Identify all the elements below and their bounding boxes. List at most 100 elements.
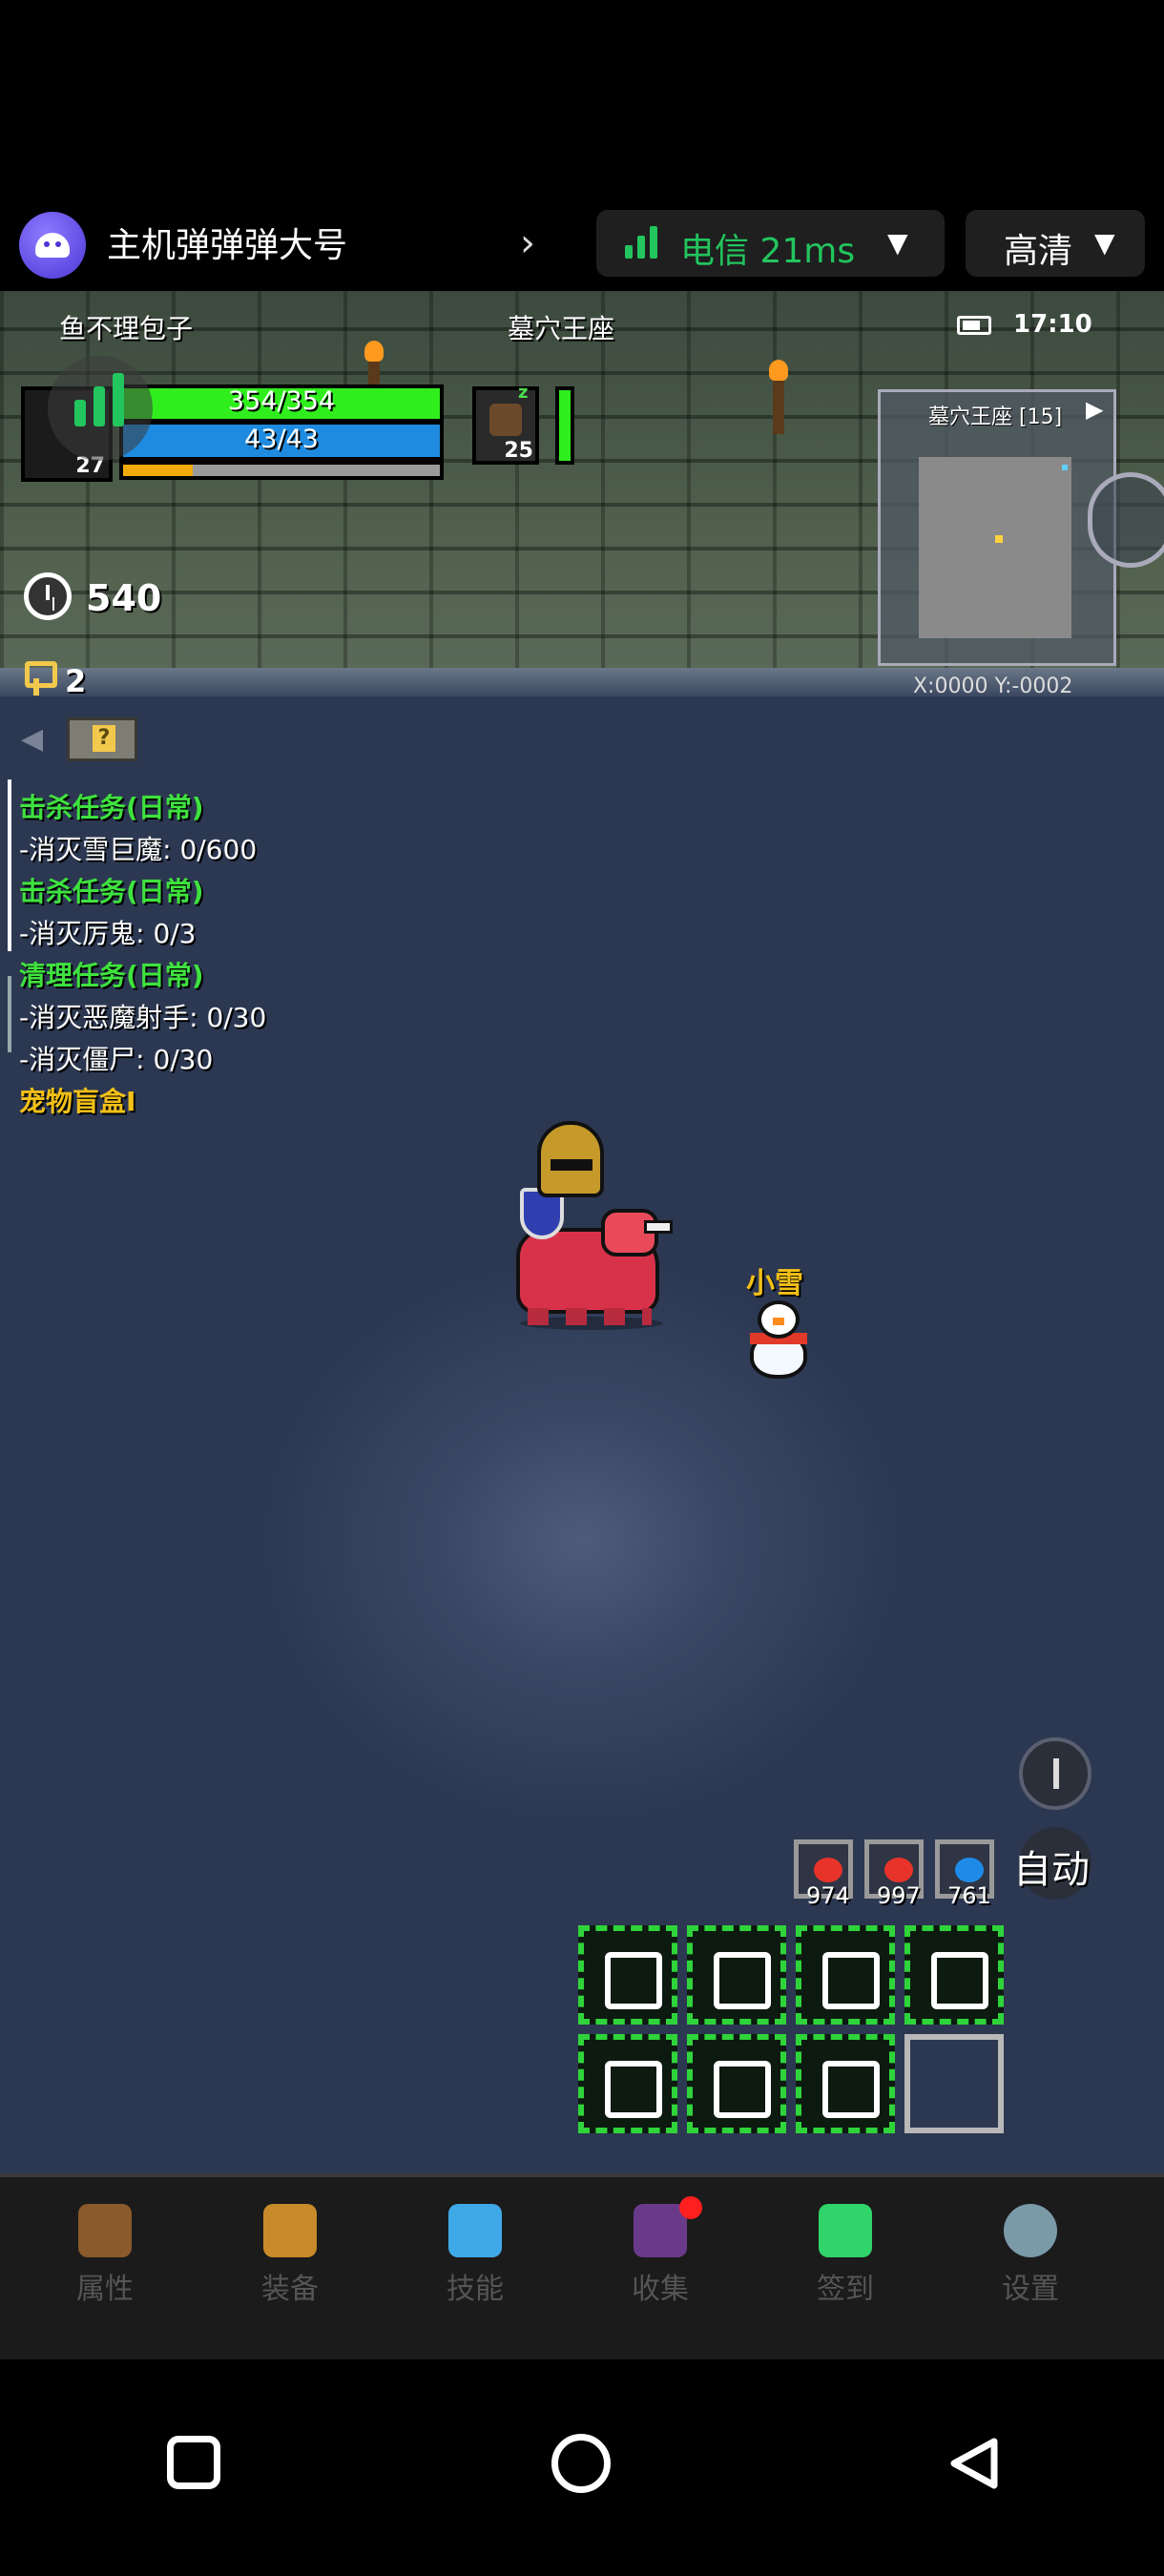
skill-slot[interactable] xyxy=(687,2034,786,2133)
skill-slot[interactable] xyxy=(578,2034,677,2133)
skill-slot[interactable] xyxy=(904,1925,1004,2025)
menu-item-label: 装备 xyxy=(261,2273,319,2306)
alarm-clock-icon xyxy=(24,572,72,620)
pet-level: 25 xyxy=(504,439,533,463)
pet-portrait[interactable]: 25 xyxy=(472,386,539,465)
quest-collapse-icon[interactable]: ◀ xyxy=(21,722,43,756)
potion-slot[interactable]: 974 xyxy=(794,1839,853,1909)
empty-skill-slot[interactable] xyxy=(904,2034,1004,2133)
minimap-label: 墓穴王座 [15] xyxy=(928,405,1063,429)
potion-icon xyxy=(955,1858,984,1882)
menu-item-0[interactable]: 属性 xyxy=(48,2204,162,2337)
minimap-player-marker xyxy=(995,535,1003,543)
android-nav-bar xyxy=(0,2359,1164,2576)
skill-slot[interactable] xyxy=(796,1925,895,2025)
menu-item-label: 技能 xyxy=(447,2273,504,2306)
question-icon: ? xyxy=(93,725,115,752)
quest-header[interactable]: 击杀任务(日常) xyxy=(19,787,266,829)
quality-label: 高清 xyxy=(1004,232,1073,271)
menu-item-5[interactable]: 设置 xyxy=(973,2204,1088,2337)
xp-bar-fill xyxy=(123,465,194,476)
player-character xyxy=(510,1121,673,1331)
quest-reward[interactable]: 宠物盲盒I xyxy=(19,1081,266,1123)
side-float-button[interactable] xyxy=(1088,472,1164,568)
quest-task[interactable]: -消灭僵尸: 0/30 xyxy=(19,1039,266,1081)
skill-slot[interactable] xyxy=(578,1925,677,2025)
menu-item-label: 设置 xyxy=(1002,2273,1059,2306)
quality-selector[interactable]: 高清 ▼ xyxy=(966,210,1145,277)
minimap-room xyxy=(919,457,1071,638)
menu-item-4[interactable]: 签到 xyxy=(788,2204,903,2337)
minimap-exit-marker xyxy=(1062,465,1068,470)
menu-item-1[interactable]: 装备 xyxy=(233,2204,347,2337)
home-button[interactable] xyxy=(551,2434,611,2493)
skill-slot[interactable] xyxy=(687,1925,786,2025)
snowman-pet xyxy=(744,1300,813,1386)
stream-app-title[interactable]: 主机弹弹弹大号 xyxy=(107,218,347,267)
mp-bar: 43/43 xyxy=(119,423,444,461)
mp-text: 43/43 xyxy=(244,425,319,454)
auto-button[interactable]: 自动 xyxy=(1013,1839,1090,1894)
pet-name: 小雪 xyxy=(746,1267,803,1300)
gem-skill-icon xyxy=(448,2204,502,2257)
menu-item-label: 属性 xyxy=(76,2273,134,2306)
potion-count: 997 xyxy=(877,1882,921,1909)
chevron-right-icon[interactable]: › xyxy=(520,221,535,265)
camera-lock-button[interactable] xyxy=(1019,1737,1091,1810)
menu-item-label: 签到 xyxy=(817,2273,874,2306)
key-count: 2 xyxy=(65,663,87,699)
battery-icon xyxy=(957,316,991,335)
alarm-value: 540 xyxy=(86,577,162,619)
potion-count: 974 xyxy=(806,1882,850,1909)
quest-task[interactable]: -消灭雪巨魔: 0/600 xyxy=(19,829,266,871)
quest-task[interactable]: -消灭厉鬼: 0/3 xyxy=(19,913,266,955)
gear-icon xyxy=(1004,2204,1057,2257)
xp-bar xyxy=(119,461,444,480)
helmet-icon xyxy=(78,2204,132,2257)
network-label: 电信 21ms xyxy=(680,232,856,271)
collection-icon xyxy=(634,2204,687,2257)
potion-icon xyxy=(814,1858,842,1882)
map-name: 墓穴王座 xyxy=(508,313,615,344)
chevron-down-icon: ▼ xyxy=(887,227,908,259)
network-selector[interactable]: 电信 21ms ▼ xyxy=(596,210,945,277)
menu-item-2[interactable]: 技能 xyxy=(418,2204,532,2337)
back-button[interactable] xyxy=(946,2436,1002,2491)
bottom-menu: 属性 装备 技能 收集 签到 设置 xyxy=(0,2173,1164,2359)
pot-icon xyxy=(263,2204,317,2257)
potion-icon xyxy=(884,1858,913,1882)
game-clock: 17:10 xyxy=(1013,310,1092,339)
recents-button[interactable] xyxy=(167,2436,220,2489)
minimap[interactable]: 墓穴王座 [15] xyxy=(878,389,1116,666)
torch-icon xyxy=(769,360,788,434)
quest-divider xyxy=(8,779,11,951)
pet-face-icon xyxy=(489,404,522,436)
quest-help-button[interactable]: ? xyxy=(67,717,137,761)
sleep-z-icon: z xyxy=(518,383,529,403)
checkin-gem-icon xyxy=(819,2204,872,2257)
quest-header[interactable]: 清理任务(日常) xyxy=(19,955,266,997)
quest-header[interactable]: 击杀任务(日常) xyxy=(19,871,266,913)
coordinates: X:0000 Y:-0002 xyxy=(913,675,1073,698)
player-name: 鱼不理包子 xyxy=(59,313,194,344)
skill-slot[interactable] xyxy=(796,2034,895,2133)
chevron-down-icon: ▼ xyxy=(1094,227,1115,259)
key-icon xyxy=(25,661,57,697)
hp-text: 354/354 xyxy=(227,386,336,416)
potion-count: 761 xyxy=(947,1882,991,1909)
notification-badge xyxy=(679,2196,702,2219)
menu-item-3[interactable]: 收集 xyxy=(603,2196,717,2337)
signal-overlay-icon[interactable] xyxy=(48,356,153,461)
top-blank-area xyxy=(0,0,1164,200)
signal-bars-icon xyxy=(625,226,659,259)
game-viewport[interactable]: 鱼不理包子 墓穴王座 17:10 27 354/354 43/43 25 z 墓… xyxy=(0,291,1164,2175)
android-robot-icon xyxy=(35,233,70,258)
android-app-icon[interactable] xyxy=(19,212,86,279)
potion-slot[interactable]: 997 xyxy=(864,1839,924,1909)
minimap-expand-icon[interactable]: ▶ xyxy=(1086,396,1103,423)
quest-list[interactable]: 击杀任务(日常) -消灭雪巨魔: 0/600 击杀任务(日常) -消灭厉鬼: 0/3 清… xyxy=(19,787,266,1123)
hp-bar: 354/354 xyxy=(119,384,444,423)
quest-task[interactable]: -消灭恶魔射手: 0/30 xyxy=(19,997,266,1039)
potion-slot[interactable]: 761 xyxy=(935,1839,994,1909)
pet-hp-bar xyxy=(555,386,574,465)
